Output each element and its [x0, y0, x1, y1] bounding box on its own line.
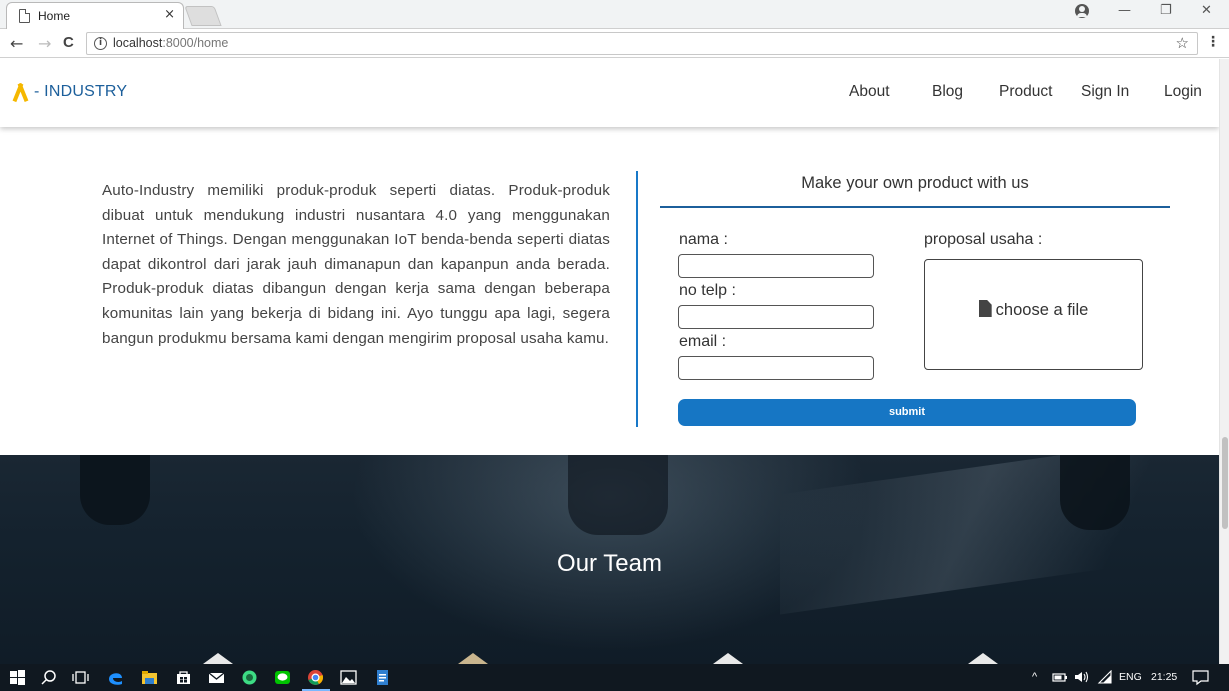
nav-link-login[interactable]: Login [1164, 83, 1202, 101]
nama-label: nama : [679, 231, 728, 248]
logo-mark-icon [12, 83, 28, 101]
tab-title: Home [38, 9, 71, 23]
browser-tab[interactable]: Home × [6, 2, 184, 29]
battery-icon[interactable] [1052, 670, 1068, 684]
store-icon[interactable] [175, 669, 192, 686]
file-upload-label: choose a file [995, 301, 1089, 319]
notification-center-icon[interactable] [1192, 669, 1209, 686]
reload-button[interactable]: C [63, 34, 74, 51]
team-card-pointer [713, 653, 743, 664]
mail-icon[interactable] [208, 669, 225, 686]
chrome-icon[interactable] [307, 669, 324, 686]
android-studio-icon[interactable] [241, 669, 258, 686]
nav-link-product[interactable]: Product [999, 83, 1052, 101]
url-host: localhost [113, 36, 163, 50]
file-upload-box[interactable]: choose a file [924, 259, 1143, 370]
back-button[interactable]: ← [10, 34, 23, 53]
logo-text: - INDUSTRY [34, 83, 128, 100]
clock[interactable]: 21:25 [1151, 671, 1177, 683]
windows-taskbar: ^ ENG 21:25 [0, 664, 1229, 691]
team-background-chair [80, 455, 150, 525]
nav-link-sign-in[interactable]: Sign In [1081, 83, 1129, 101]
photos-icon[interactable] [340, 669, 357, 686]
document-app-icon[interactable] [374, 669, 391, 686]
tray-chevron-icon[interactable]: ^ [1032, 671, 1037, 683]
edge-browser-icon[interactable] [107, 669, 124, 686]
page-icon [19, 9, 30, 23]
proposal-label: proposal usaha : [924, 231, 1043, 248]
wifi-icon[interactable] [1097, 670, 1113, 684]
nav-link-about[interactable]: About [849, 83, 890, 101]
url-path: :8000/home [162, 36, 229, 50]
scrollbar-thumb[interactable] [1222, 437, 1228, 529]
file-explorer-icon[interactable] [141, 669, 158, 686]
new-tab-button[interactable] [184, 6, 222, 26]
volume-icon[interactable] [1074, 670, 1090, 684]
language-indicator[interactable]: ENG [1119, 671, 1142, 683]
address-bar[interactable]: i localhost:8000/home ☆ [86, 32, 1198, 55]
search-icon[interactable] [41, 669, 58, 686]
minimize-button[interactable]: — [1118, 3, 1131, 18]
team-card-pointer [458, 653, 488, 664]
windows-start-icon[interactable] [9, 669, 26, 686]
site-navbar: - INDUSTRY About Blog Product Sign In Lo… [0, 59, 1219, 127]
info-icon[interactable]: i [94, 37, 107, 50]
email-input[interactable] [678, 356, 874, 380]
site-logo[interactable]: - INDUSTRY [12, 83, 127, 101]
file-upload-content: choose a file [925, 300, 1142, 320]
team-section: Our Team [0, 455, 1219, 664]
url-text: localhost:8000/home [113, 36, 228, 50]
nav-link-blog[interactable]: Blog [932, 83, 963, 101]
team-card-pointer [203, 653, 233, 664]
file-icon [978, 300, 992, 317]
telp-label: no telp : [679, 282, 736, 299]
restore-button[interactable]: ❐ [1160, 3, 1172, 18]
line-chat-icon[interactable] [274, 669, 291, 686]
form-title: Make your own product with us [801, 174, 1029, 192]
page-viewport: - INDUSTRY About Blog Product Sign In Lo… [0, 59, 1219, 664]
section-divider [636, 171, 638, 427]
team-background-chair [568, 455, 668, 535]
bookmark-star-icon[interactable]: ☆ [1176, 34, 1189, 52]
user-profile-icon[interactable] [1075, 4, 1089, 18]
submit-button[interactable]: submit [678, 399, 1136, 426]
email-label: email : [679, 333, 727, 350]
nama-input[interactable] [678, 254, 874, 278]
telp-input[interactable] [678, 305, 874, 329]
page-scrollbar[interactable] [1219, 59, 1229, 664]
form-title-underline [660, 206, 1170, 208]
browser-toolbar: ← → C i localhost:8000/home ☆ ⋮ [0, 29, 1229, 58]
task-view-icon[interactable] [72, 669, 89, 686]
team-title: Our Team [557, 550, 662, 577]
browser-tab-bar: Home × — ❐ ✕ [0, 0, 1229, 29]
close-window-button[interactable]: ✕ [1201, 3, 1212, 18]
tab-close-icon[interactable]: × [164, 7, 175, 22]
browser-menu-icon[interactable]: ⋮ [1206, 34, 1220, 50]
team-card-pointer [968, 653, 998, 664]
team-background-chair [1060, 455, 1130, 530]
about-paragraph: Auto-Industry memiliki produk-produk sep… [102, 182, 610, 347]
forward-button[interactable]: → [38, 34, 51, 53]
